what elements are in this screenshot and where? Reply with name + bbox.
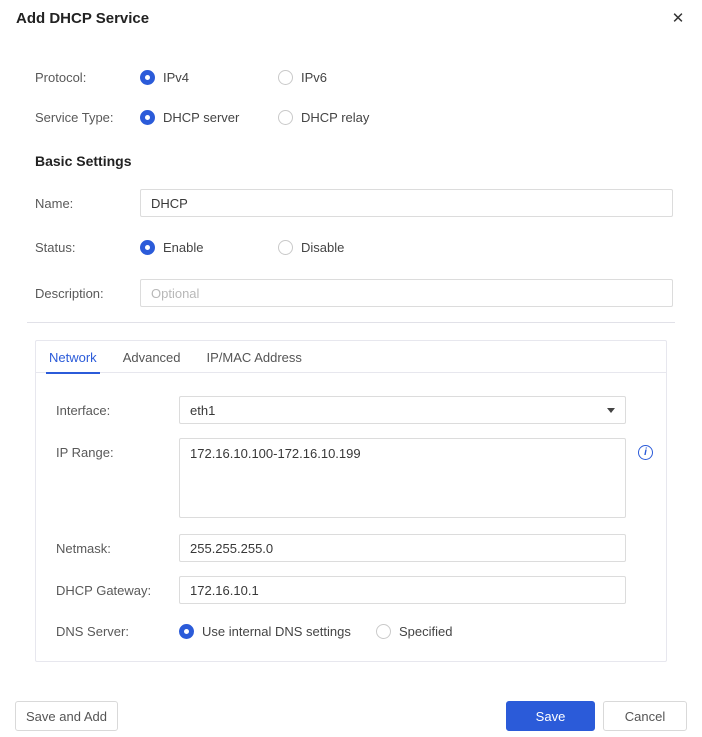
name-input[interactable] bbox=[140, 189, 673, 217]
section-divider bbox=[27, 322, 675, 323]
interface-label: Interface: bbox=[56, 402, 111, 418]
radio-ipv4[interactable]: IPv4 bbox=[140, 69, 278, 85]
save-and-add-button[interactable]: Save and Add bbox=[15, 701, 118, 731]
radio-unchecked-icon[interactable] bbox=[278, 239, 293, 255]
service-type-radio-group: DHCP server DHCP relay bbox=[140, 109, 370, 125]
dhcp-gateway-row: DHCP Gateway: bbox=[36, 576, 666, 604]
dns-server-row: DNS Server: Use internal DNS settings Sp… bbox=[36, 622, 666, 640]
radio-specified[interactable]: Specified bbox=[376, 623, 453, 639]
radio-dhcp-relay[interactable]: DHCP relay bbox=[278, 109, 370, 125]
dns-server-radio-group: Use internal DNS settings Specified bbox=[179, 623, 453, 639]
radio-enable-label: Enable bbox=[163, 239, 204, 255]
radio-checked-icon[interactable] bbox=[140, 239, 155, 255]
chevron-down-icon bbox=[607, 407, 615, 413]
radio-specified-label: Specified bbox=[399, 623, 453, 639]
tab-network[interactable]: Network bbox=[36, 341, 110, 374]
interface-select[interactable]: eth1 bbox=[179, 396, 626, 424]
dialog-header: Add DHCP Service ✕ bbox=[0, 0, 702, 30]
netmask-input[interactable] bbox=[179, 534, 626, 562]
network-settings-panel: Network Advanced IP/MAC Address Interfac… bbox=[35, 340, 667, 662]
radio-enable[interactable]: Enable bbox=[140, 239, 278, 255]
protocol-label: Protocol: bbox=[35, 69, 87, 85]
description-input[interactable] bbox=[140, 279, 673, 307]
radio-disable-label: Disable bbox=[301, 239, 345, 255]
radio-dhcp-server-label: DHCP server bbox=[163, 109, 240, 125]
radio-unchecked-icon[interactable] bbox=[278, 69, 293, 85]
service-type-row: Service Type: DHCP server DHCP relay bbox=[35, 108, 702, 126]
description-row: Description: bbox=[35, 279, 702, 307]
name-row: Name: bbox=[35, 189, 702, 217]
radio-checked-icon[interactable] bbox=[179, 623, 194, 639]
tab-ip-mac-address[interactable]: IP/MAC Address bbox=[194, 341, 315, 373]
tab-bar: Network Advanced IP/MAC Address bbox=[36, 341, 666, 374]
basic-settings-heading: Basic Settings bbox=[35, 153, 132, 169]
dialog-footer: Save and Add Save Cancel bbox=[15, 701, 687, 731]
netmask-row: Netmask: bbox=[36, 534, 666, 562]
radio-unchecked-icon[interactable] bbox=[376, 623, 391, 639]
radio-unchecked-icon[interactable] bbox=[278, 109, 293, 125]
save-button[interactable]: Save bbox=[506, 701, 595, 731]
interface-selected-value: eth1 bbox=[190, 402, 216, 418]
dhcp-gateway-input[interactable] bbox=[179, 576, 626, 604]
netmask-label: Netmask: bbox=[56, 540, 111, 556]
close-icon[interactable]: ✕ bbox=[668, 8, 688, 28]
status-row: Status: Enable Disable bbox=[35, 238, 702, 256]
radio-ipv6-label: IPv6 bbox=[301, 69, 328, 85]
service-type-label: Service Type: bbox=[35, 109, 114, 125]
status-label: Status: bbox=[35, 239, 76, 255]
description-label: Description: bbox=[35, 285, 104, 301]
radio-dhcp-relay-label: DHCP relay bbox=[301, 109, 370, 125]
radio-checked-icon[interactable] bbox=[140, 69, 155, 85]
radio-disable[interactable]: Disable bbox=[278, 239, 345, 255]
cancel-button[interactable]: Cancel bbox=[603, 701, 687, 731]
ip-range-label: IP Range: bbox=[56, 445, 114, 460]
dns-server-label: DNS Server: bbox=[56, 623, 129, 639]
tab-advanced[interactable]: Advanced bbox=[110, 341, 194, 373]
protocol-row: Protocol: IPv4 IPv6 bbox=[35, 68, 702, 86]
ip-range-row: IP Range: 172.16.10.100-172.16.10.199 i bbox=[36, 438, 666, 518]
radio-checked-icon[interactable] bbox=[140, 109, 155, 125]
radio-use-internal-dns-label: Use internal DNS settings bbox=[202, 623, 351, 639]
radio-use-internal-dns[interactable]: Use internal DNS settings bbox=[179, 623, 376, 639]
radio-ipv4-label: IPv4 bbox=[163, 69, 190, 85]
radio-ipv6[interactable]: IPv6 bbox=[278, 69, 328, 85]
dhcp-gateway-label: DHCP Gateway: bbox=[56, 582, 152, 598]
dialog-title: Add DHCP Service bbox=[16, 10, 150, 27]
info-icon[interactable]: i bbox=[638, 445, 653, 460]
interface-row: Interface: eth1 bbox=[36, 396, 666, 424]
radio-dhcp-server[interactable]: DHCP server bbox=[140, 109, 278, 125]
name-label: Name: bbox=[35, 195, 74, 211]
add-dhcp-service-dialog: Add DHCP Service ✕ Protocol: IPv4 IPv6 S… bbox=[0, 0, 702, 737]
protocol-radio-group: IPv4 IPv6 bbox=[140, 69, 328, 85]
ip-range-textarea[interactable]: 172.16.10.100-172.16.10.199 bbox=[179, 438, 626, 518]
status-radio-group: Enable Disable bbox=[140, 239, 345, 255]
